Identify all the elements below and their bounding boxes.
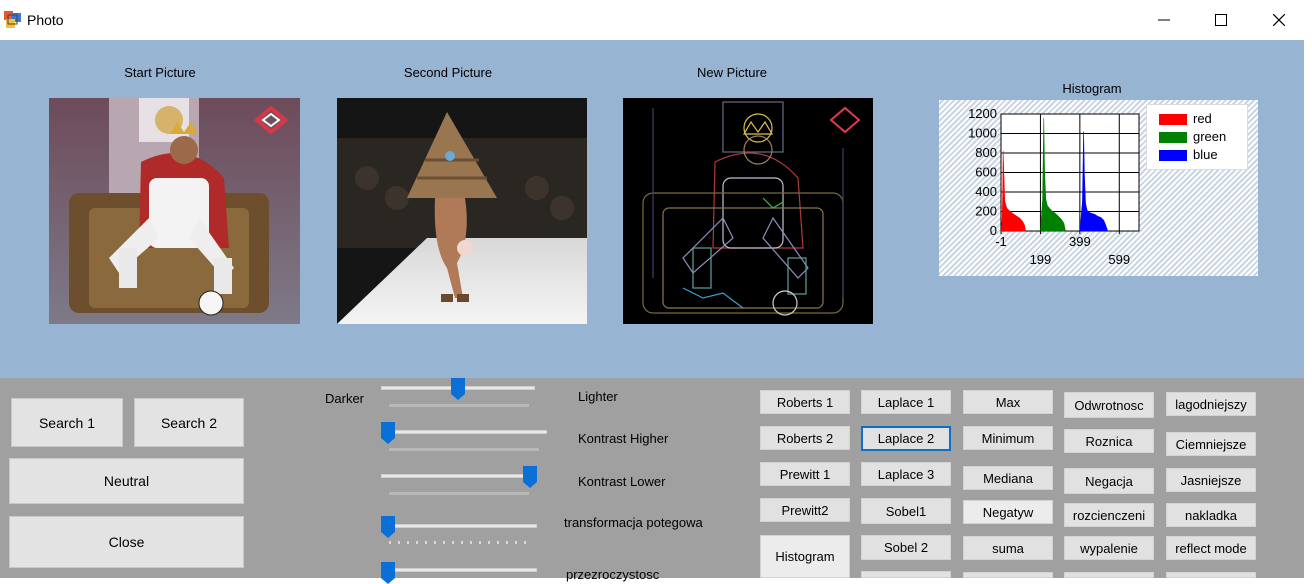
prewitt-2-button[interactable]: Prewitt2: [760, 498, 850, 522]
histogram-y-tick-label: 800: [975, 145, 997, 160]
roberts-1-button[interactable]: Roberts 1: [760, 390, 850, 414]
transformacja-ticks: [389, 541, 529, 544]
search-1-button[interactable]: Search 1: [11, 398, 123, 447]
legend-label-green: green: [1193, 129, 1227, 144]
kontrast-lower-slider[interactable]: [381, 464, 537, 498]
histogram-x-tick-label: 599: [1108, 252, 1130, 267]
laplace-3-button[interactable]: Laplace 3: [861, 462, 951, 486]
histogram-x-tick-label: 199: [1030, 252, 1052, 267]
partial-button-col4[interactable]: [1064, 572, 1154, 578]
histogram-y-tick-label: 1000: [968, 126, 997, 141]
histogram-y-tick-label: 200: [975, 204, 997, 219]
start-picture: [49, 98, 300, 324]
histogram-y-tick-label: 400: [975, 184, 997, 199]
suma-button[interactable]: suma: [963, 536, 1053, 560]
histogram-y-tick-label: 600: [975, 165, 997, 180]
new-picture-caption: New Picture: [696, 65, 768, 80]
histogram-x-tick-label: -1: [995, 234, 1007, 249]
reflect-mode-button[interactable]: reflect mode: [1166, 536, 1256, 560]
kontrast-higher-label: Kontrast Higher: [578, 431, 669, 446]
laplace-2-button[interactable]: Laplace 2: [861, 426, 951, 451]
close-button[interactable]: Close: [9, 516, 244, 568]
lighter-label: Lighter: [578, 389, 618, 404]
roberts-2-button[interactable]: Roberts 2: [760, 426, 850, 450]
histogram-button[interactable]: Histogram: [760, 535, 850, 578]
kontrast-lower-thumb[interactable]: [523, 466, 537, 488]
odwrotnosc-button[interactable]: Odwrotnosc: [1064, 392, 1154, 418]
kontrast-lower-label: Kontrast Lower: [578, 474, 666, 489]
kontrast-higher-track: [381, 430, 547, 434]
histogram-x-tick-label: 399: [1069, 234, 1091, 249]
kontrast-lower-ticks: [389, 492, 529, 495]
histogram-y-tick-label: 1200: [968, 106, 997, 121]
wypalenie-button[interactable]: wypalenie: [1064, 536, 1154, 560]
kontrast-higher-slider[interactable]: [381, 422, 547, 456]
new-picture: [623, 98, 873, 324]
rozcienczenie-button[interactable]: rozcienczeni: [1064, 503, 1154, 527]
mediana-button[interactable]: Mediana: [963, 466, 1053, 490]
transformacja-potegowa-label: transformacja potegowa: [564, 515, 703, 530]
przezroczystosc-slider[interactable]: [381, 558, 537, 584]
neutral-button[interactable]: Neutral: [9, 458, 244, 504]
sobel-1-button[interactable]: Sobel1: [861, 498, 951, 524]
app-icon: [4, 11, 21, 28]
brightness-slider[interactable]: [381, 378, 537, 412]
maximize-icon: [1215, 14, 1227, 26]
legend-label-blue: blue: [1193, 147, 1218, 162]
close-window-button[interactable]: [1250, 0, 1308, 40]
search-2-button[interactable]: Search 2: [134, 398, 244, 447]
przezroczystosc-label: przezroczystosc: [566, 567, 660, 582]
minimize-icon: [1158, 19, 1170, 21]
laplace-1-button[interactable]: Laplace 1: [861, 390, 951, 414]
kontrast-higher-ticks: [389, 448, 539, 451]
legend-label-red: red: [1193, 111, 1212, 126]
brightness-thumb[interactable]: [451, 378, 465, 400]
max-button[interactable]: Max: [963, 390, 1053, 414]
window-title: Photo: [27, 12, 64, 28]
kontrast-higher-thumb[interactable]: [381, 422, 395, 444]
window-edge: [1304, 40, 1312, 578]
prewitt-1-button[interactable]: Prewitt 1: [760, 462, 850, 486]
partial-button-col2[interactable]: [861, 571, 951, 578]
maximize-button[interactable]: [1192, 0, 1250, 40]
kontrast-lower-track: [381, 474, 537, 478]
darker-label: Darker: [325, 391, 365, 406]
roznica-button[interactable]: Roznica: [1064, 429, 1154, 453]
legend-swatch-green: [1159, 132, 1187, 143]
transformacja-thumb[interactable]: [381, 516, 395, 538]
minimize-button[interactable]: [1135, 0, 1193, 40]
przezroczystosc-track: [381, 568, 537, 572]
histogram-legend: red green blue: [1146, 104, 1248, 170]
nakladka-button[interactable]: nakladka: [1166, 503, 1256, 527]
negatyw-button[interactable]: Negatyw: [963, 500, 1053, 524]
brightness-ticks: [389, 404, 529, 407]
przezroczystosc-thumb[interactable]: [381, 562, 395, 584]
histogram-title: Histogram: [1062, 81, 1122, 96]
transformacja-potegowa-slider[interactable]: [381, 516, 537, 550]
partial-button-col3[interactable]: [963, 572, 1053, 578]
negacja-button[interactable]: Negacja: [1064, 468, 1154, 494]
partial-button-col5[interactable]: [1166, 572, 1256, 578]
legend-swatch-blue: [1159, 150, 1187, 161]
minimum-button[interactable]: Minimum: [963, 426, 1053, 450]
second-picture-caption: Second Picture: [403, 65, 493, 80]
sobel-2-button[interactable]: Sobel 2: [861, 535, 951, 560]
transformacja-track: [381, 524, 537, 528]
lagodniejszy-button[interactable]: lagodniejszy: [1166, 392, 1256, 416]
legend-swatch-red: [1159, 114, 1187, 125]
title-bar: Photo: [0, 0, 1312, 40]
ciemniejsze-button[interactable]: Ciemniejsze: [1166, 432, 1256, 456]
jasniejsze-button[interactable]: Jasniejsze: [1166, 468, 1256, 492]
second-picture: [337, 98, 587, 324]
close-icon: [1273, 14, 1285, 26]
start-picture-caption: Start Picture: [124, 65, 196, 80]
